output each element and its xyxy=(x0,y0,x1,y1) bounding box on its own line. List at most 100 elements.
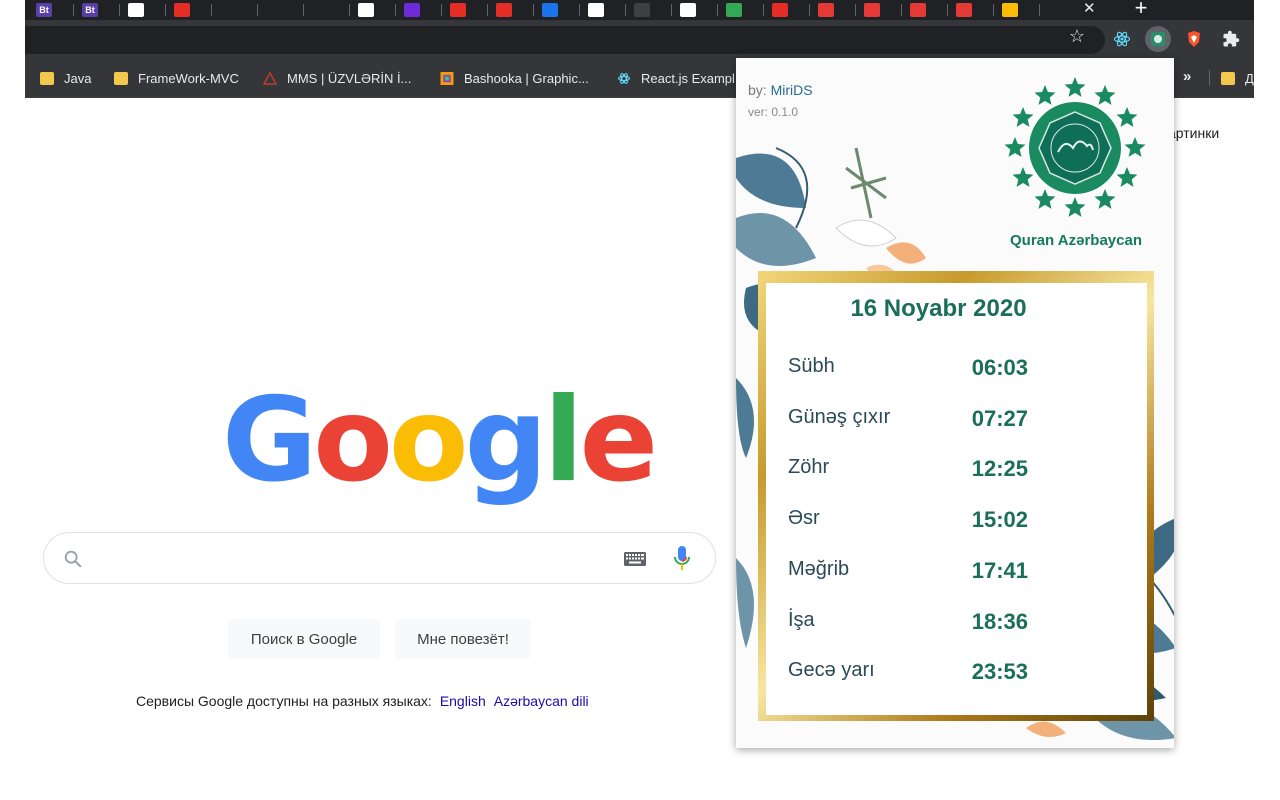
browser-tab[interactable] xyxy=(766,0,810,20)
star-icon xyxy=(1094,189,1116,209)
bookmark-mms[interactable]: MMS | ÜZVLƏRİN İ... xyxy=(263,68,411,88)
dark-icon xyxy=(680,3,696,17)
prayer-row: Məğrib 17:41 xyxy=(788,558,1028,588)
tab-divider xyxy=(119,4,120,16)
youtube-icon xyxy=(450,3,466,17)
tab-divider xyxy=(257,4,258,16)
browser-tab[interactable] xyxy=(858,0,902,20)
browser-tab[interactable] xyxy=(214,0,258,20)
feeling-lucky-button[interactable]: Мне повезёт! xyxy=(395,619,531,659)
prayer-name: Məğrib xyxy=(788,557,850,580)
tab-divider xyxy=(73,4,74,16)
browser-tab[interactable] xyxy=(720,0,764,20)
folder-icon xyxy=(1221,71,1235,85)
brave-icon[interactable] xyxy=(1181,26,1207,52)
chrome-icon xyxy=(726,3,742,17)
browser-tab[interactable]: Bt xyxy=(76,0,120,20)
prayer-time: 06:03 xyxy=(971,355,1028,380)
prayer-time: 23:53 xyxy=(971,659,1028,685)
prayer-name: Gecə yarı xyxy=(788,659,875,682)
prayer-row: Zöhr 12:25 xyxy=(788,456,1028,486)
browser-tab[interactable] xyxy=(444,0,488,20)
images-link[interactable]: артинки xyxy=(1168,125,1219,141)
browser-tab[interactable]: Bt xyxy=(30,0,74,20)
star-icon xyxy=(1034,189,1056,209)
tab-divider xyxy=(349,4,350,16)
tab-divider xyxy=(671,4,672,16)
brand-name: Quran Azərbaycan xyxy=(1010,232,1142,249)
star-icon xyxy=(1012,167,1034,187)
openai-icon xyxy=(312,3,328,17)
page-icon xyxy=(128,3,144,17)
extensions-puzzle-icon[interactable] xyxy=(1218,26,1244,52)
logo-letter: e xyxy=(579,373,658,508)
browser-tab[interactable] xyxy=(996,0,1040,20)
microphone-icon[interactable] xyxy=(672,545,692,573)
browser-tab[interactable] xyxy=(950,0,994,20)
folder-icon xyxy=(40,71,54,85)
bookmark-star-icon[interactable]: ☆ xyxy=(1067,26,1087,46)
browser-tab[interactable] xyxy=(536,0,580,20)
browser-tab[interactable] xyxy=(812,0,856,20)
star-icon xyxy=(1116,107,1138,127)
bookmark-framework-mvc[interactable]: FrameWork-MVC xyxy=(114,68,239,88)
logo-letter: G xyxy=(222,373,317,508)
bt-icon: Bt xyxy=(82,3,98,17)
bookmark-bashooka[interactable]: Bashooka | Graphic... xyxy=(440,68,589,88)
keyboard-icon[interactable] xyxy=(624,552,646,566)
tab-divider xyxy=(809,4,810,16)
language-link-english[interactable]: English xyxy=(440,693,486,709)
github-icon xyxy=(220,3,236,17)
browser-tab[interactable] xyxy=(674,0,718,20)
tab-divider xyxy=(763,4,764,16)
bookmark-other[interactable]: Д xyxy=(1221,68,1254,88)
tab-close-icon[interactable]: ✕ xyxy=(1083,0,1101,20)
quran-extension-icon[interactable] xyxy=(1145,26,1171,52)
browser-tab[interactable] xyxy=(122,0,166,20)
tab-divider xyxy=(533,4,534,16)
github-icon xyxy=(266,3,282,17)
tab-divider xyxy=(211,4,212,16)
logo-letter: o xyxy=(313,373,393,508)
tab-divider xyxy=(717,4,718,16)
browser-tab[interactable] xyxy=(260,0,304,20)
bookmark-react[interactable]: React.js Exampl xyxy=(617,68,735,88)
star-icon xyxy=(1064,77,1086,97)
red-icon xyxy=(956,3,972,17)
browser-tab[interactable] xyxy=(398,0,442,20)
browser-tab[interactable] xyxy=(904,0,948,20)
bookmarks-more-button[interactable]: » xyxy=(1183,68,1191,85)
tab-divider xyxy=(441,4,442,16)
screen: Bt Bt ✕ + ☆ Java FrameWork-MVC MMS | ÜZV… xyxy=(0,0,1280,800)
browser-tab[interactable] xyxy=(582,0,626,20)
tab-divider xyxy=(165,4,166,16)
tab-divider xyxy=(625,4,626,16)
languages-offer: Сервисы Google доступны на разных языках… xyxy=(136,693,589,709)
tab-divider xyxy=(855,4,856,16)
new-tab-button[interactable]: + xyxy=(1129,0,1153,20)
google-search-button[interactable]: Поиск в Google xyxy=(228,619,380,659)
red-icon xyxy=(818,3,834,17)
browser-tab[interactable] xyxy=(306,0,350,20)
google-logo: Google xyxy=(222,383,658,499)
browser-tab[interactable] xyxy=(628,0,672,20)
browser-tab[interactable] xyxy=(168,0,212,20)
bookmark-java[interactable]: Java xyxy=(40,68,91,88)
youtube-icon xyxy=(772,3,788,17)
prayer-time: 15:02 xyxy=(971,507,1028,533)
tab-divider xyxy=(947,4,948,16)
star-icon xyxy=(1034,85,1056,105)
react-icon[interactable] xyxy=(1109,26,1135,52)
tab-divider xyxy=(395,4,396,16)
browser-tab[interactable] xyxy=(490,0,534,20)
language-link-azerbaijani[interactable]: Azərbaycan dili xyxy=(494,693,589,709)
prayer-row: Günəş çıxır 07:27 xyxy=(788,406,1028,436)
star-icon xyxy=(1124,137,1146,157)
browser-tab[interactable] xyxy=(352,0,396,20)
youtube-icon xyxy=(496,3,512,17)
search-input[interactable] xyxy=(43,532,716,584)
tab-divider xyxy=(1039,4,1040,16)
prayer-name: İşa xyxy=(788,608,815,631)
tab-divider xyxy=(579,4,580,16)
address-bar[interactable] xyxy=(25,26,1105,54)
